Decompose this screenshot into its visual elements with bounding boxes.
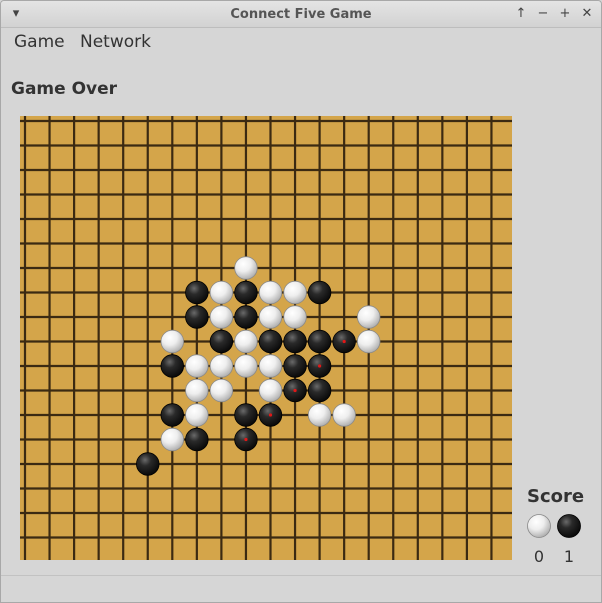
white-stone [357,329,381,354]
black-stone [234,280,258,305]
winning-marker [318,364,322,368]
black-stone [160,403,185,427]
maximize-icon[interactable]: + [556,5,574,23]
black-stone [258,329,283,354]
close-icon[interactable]: ✕ [578,5,596,23]
status-bar [1,575,601,602]
black-stone [283,378,307,403]
white-stone-icon [527,514,551,538]
black-stone [185,280,209,305]
white-stone [185,403,209,427]
white-stone [258,280,283,305]
score-title: Score [527,486,585,507]
minimize-icon[interactable]: − [534,5,552,23]
black-stone [307,329,332,354]
white-stone [234,329,258,354]
white-stone [209,280,234,305]
black-stone [307,354,332,378]
menu-bar: Game Network [1,28,601,56]
menu-network[interactable]: Network [80,32,151,52]
white-stone [185,354,209,378]
winning-marker [268,413,273,417]
black-stone [234,403,258,427]
white-stone [209,354,234,378]
title-bar: ▾ Connect Five Game ↑ − + ✕ [1,1,601,28]
game-status: Game Over [11,79,118,99]
white-stone [185,378,209,403]
white-stone [283,305,307,329]
black-stone [234,427,258,452]
black-stone [160,354,185,378]
black-stone [185,427,209,452]
white-score: 0 [533,547,545,566]
white-stone [160,427,185,452]
white-stone [209,305,234,329]
black-stone [234,305,258,329]
winning-marker [244,437,248,442]
black-stone [332,329,356,354]
black-score: 1 [563,547,575,566]
white-stone [258,305,283,329]
black-stone [136,452,160,476]
black-stone [307,378,332,403]
game-board[interactable] [20,116,512,560]
white-stone [258,378,283,403]
white-stone [307,403,332,427]
black-stone [283,329,307,354]
white-stone [357,305,381,329]
white-stone [258,354,283,378]
app-window: ▾ Connect Five Game ↑ − + ✕ Game Network… [0,0,602,603]
winning-marker [293,388,297,393]
black-stone [185,305,209,329]
black-stone [283,354,307,378]
white-stone [209,378,234,403]
keep-above-icon[interactable]: ↑ [512,5,530,23]
black-stone [307,280,332,305]
board-canvas[interactable] [20,116,512,560]
window-title: Connect Five Game [230,7,372,22]
black-stone-icon [557,514,581,538]
menu-game[interactable]: Game [14,32,65,52]
winning-marker [342,339,346,344]
white-stone [234,256,258,280]
black-stone [258,403,283,427]
white-stone [283,280,307,305]
white-stone [160,329,185,354]
white-stone [332,403,356,427]
black-stone [209,329,234,354]
white-stone [234,354,258,378]
